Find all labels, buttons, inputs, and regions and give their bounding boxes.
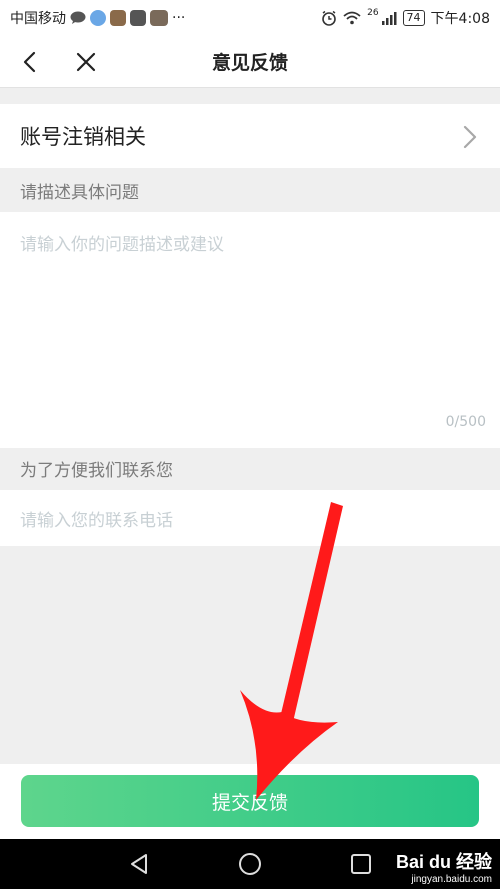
carrier-name: 中国移动: [10, 11, 66, 27]
battery-icon: 74: [402, 10, 425, 26]
nav-home-icon[interactable]: [238, 852, 262, 876]
clock: 下午4:08: [430, 11, 490, 27]
wifi-icon: [343, 11, 361, 25]
baidu-jingyan-watermark: Bai du 经验 jingyan.baidu.com: [396, 848, 492, 885]
nav-back-icon[interactable]: [127, 852, 151, 876]
app-notification-icon: [130, 10, 146, 26]
category-label: 账号注销相关: [20, 125, 146, 149]
feedback-category-selector[interactable]: 账号注销相关: [0, 104, 500, 168]
description-placeholder: 请输入你的问题描述或建议: [20, 235, 224, 255]
contact-section-label: 为了方便我们联系您: [20, 460, 173, 481]
phone-placeholder: 请输入您的联系电话: [20, 510, 173, 531]
status-right: 26 74 下午4:08: [321, 8, 490, 28]
problem-description-textarea[interactable]: 请输入你的问题描述或建议 0/500: [0, 212, 500, 448]
watermark-url: jingyan.baidu.com: [411, 874, 492, 885]
app-notification-icon: [150, 10, 168, 26]
nav-recents-icon[interactable]: [349, 852, 373, 876]
app-notification-icon: [90, 10, 106, 26]
status-left: 中国移动 ···: [10, 8, 185, 28]
system-navigation-bar: Bai du 经验 jingyan.baidu.com: [0, 839, 500, 889]
more-notifications-icon: ···: [172, 10, 186, 26]
chevron-right-icon: [463, 125, 477, 149]
page-title: 意见反馈: [211, 52, 288, 74]
watermark-brand: Bai du 经验: [395, 852, 492, 872]
signal-icon: [381, 12, 397, 25]
nav-header: 意见反馈: [0, 36, 500, 88]
alarm-icon: [322, 10, 336, 26]
character-counter: 0/500: [445, 414, 486, 430]
network-type: 26: [367, 8, 379, 18]
submit-feedback-button[interactable]: 提交反馈: [21, 775, 479, 827]
phone-number-input[interactable]: 请输入您的联系电话: [0, 490, 500, 546]
status-bar: 中国移动 ··· 26 74 下午4:08: [0, 0, 500, 36]
describe-section-label: 请描述具体问题: [20, 182, 139, 203]
chat-bubble-icon: [70, 11, 86, 24]
app-notification-icon: [110, 10, 126, 26]
